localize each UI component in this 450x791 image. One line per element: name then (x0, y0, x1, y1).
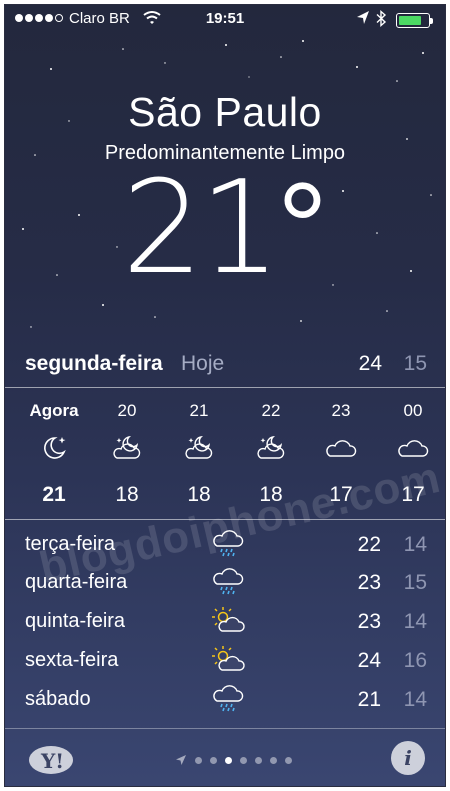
temperature-value: 21 (121, 154, 281, 303)
forecast-low-temp: 14 (403, 610, 427, 633)
info-button[interactable]: i (391, 741, 425, 775)
forecast-low-temp: 14 (403, 533, 427, 556)
daily-forecast-row: quarta-feira 23 15 (5, 559, 445, 597)
partly-cloudy-night-icon (185, 435, 213, 459)
hourly-item: 20 18 (95, 387, 159, 519)
sun-cloud-icon (212, 646, 245, 671)
bottom-toolbar: Y! i (5, 729, 445, 786)
forecast-low-temp: 14 (403, 688, 427, 711)
hour-label: Agora (29, 401, 79, 420)
forecast-high-temp: 21 (357, 688, 381, 711)
current-temperature: 21° (5, 165, 445, 293)
yahoo-logo-button[interactable]: Y! (27, 743, 83, 777)
daily-forecast-row: sexta-feira 24 16 (5, 637, 445, 675)
hour-label: 00 (403, 401, 423, 420)
hourly-item: 22 18 (239, 387, 303, 519)
partly-cloudy-night-icon (257, 435, 285, 459)
forecast-day-name: sexta-feira (25, 649, 119, 671)
cloud-icon (398, 440, 429, 457)
today-high-temp: 24 (358, 352, 382, 375)
forecast-day-name: quinta-feira (25, 610, 126, 632)
today-relative-label: Hoje (181, 352, 225, 375)
daily-forecast-row: quinta-feira 23 14 (5, 598, 445, 636)
cloud-icon (326, 440, 357, 457)
hourly-item: 21 18 (167, 387, 231, 519)
weather-app-screen: Claro BR 19:51 São Paulo Predominantemen… (4, 4, 446, 787)
hour-temperature: 18 (115, 483, 139, 506)
hour-temperature: 21 (42, 483, 66, 506)
hour-temperature: 18 (187, 483, 211, 506)
forecast-day-name: terça-feira (25, 533, 116, 555)
divider (5, 519, 445, 520)
forecast-high-temp: 22 (357, 533, 381, 556)
hour-label: 23 (331, 401, 351, 420)
page-dot (210, 756, 217, 764)
page-indicator[interactable] (175, 754, 292, 766)
today-low-temp: 15 (403, 352, 427, 375)
location-arrow-icon (176, 755, 186, 765)
partly-cloudy-night-icon (113, 435, 141, 459)
forecast-high-temp: 23 (357, 571, 381, 594)
today-summary-row: segunda-feira Hoje 24 15 (5, 345, 445, 385)
rain-cloud-icon (213, 568, 244, 595)
status-bar: Claro BR 19:51 (5, 5, 445, 33)
daily-forecast-row: terça-feira 22 14 (5, 521, 445, 559)
forecast-high-temp: 24 (357, 649, 381, 672)
hour-label: 22 (261, 401, 281, 420)
page-dot (240, 756, 247, 764)
page-dot (270, 756, 277, 764)
hour-label: 20 (117, 401, 137, 420)
hourly-forecast[interactable]: Agora 21 20 18 21 18 22 18 23 17 00 17 (5, 387, 445, 519)
degree-symbol: ° (276, 157, 329, 300)
today-day-name: segunda-feira (25, 352, 163, 375)
forecast-day-name: quarta-feira (25, 571, 128, 593)
forecast-low-temp: 16 (403, 649, 427, 672)
page-dot-active (225, 756, 232, 764)
hour-label: 21 (189, 401, 209, 420)
forecast-day-name: sábado (25, 688, 91, 710)
forecast-low-temp: 15 (403, 571, 427, 594)
hourly-item: Agora 21 (22, 387, 86, 519)
location-arrow-icon (357, 11, 369, 24)
hour-temperature: 17 (329, 483, 353, 506)
hour-temperature: 17 (401, 483, 425, 506)
yahoo-logo-text: Y! (40, 749, 64, 773)
moon-stars-icon (44, 437, 66, 459)
battery-icon (396, 13, 433, 28)
bluetooth-icon (376, 10, 387, 27)
hourly-item: 23 17 (309, 387, 373, 519)
city-name: São Paulo (128, 89, 322, 135)
page-dot (255, 756, 262, 764)
rain-cloud-icon (213, 530, 244, 557)
sun-cloud-icon (212, 607, 245, 632)
page-dot (195, 756, 202, 764)
hourly-item: 00 17 (381, 387, 445, 519)
rain-cloud-icon (213, 685, 244, 712)
hour-temperature: 18 (259, 483, 283, 506)
daily-forecast-row: sábado 21 14 (5, 676, 445, 714)
daily-forecast[interactable]: terça-feira 22 14 quarta-feira 23 15 qui… (5, 521, 445, 721)
forecast-high-temp: 23 (357, 610, 381, 633)
page-dot (285, 756, 292, 764)
